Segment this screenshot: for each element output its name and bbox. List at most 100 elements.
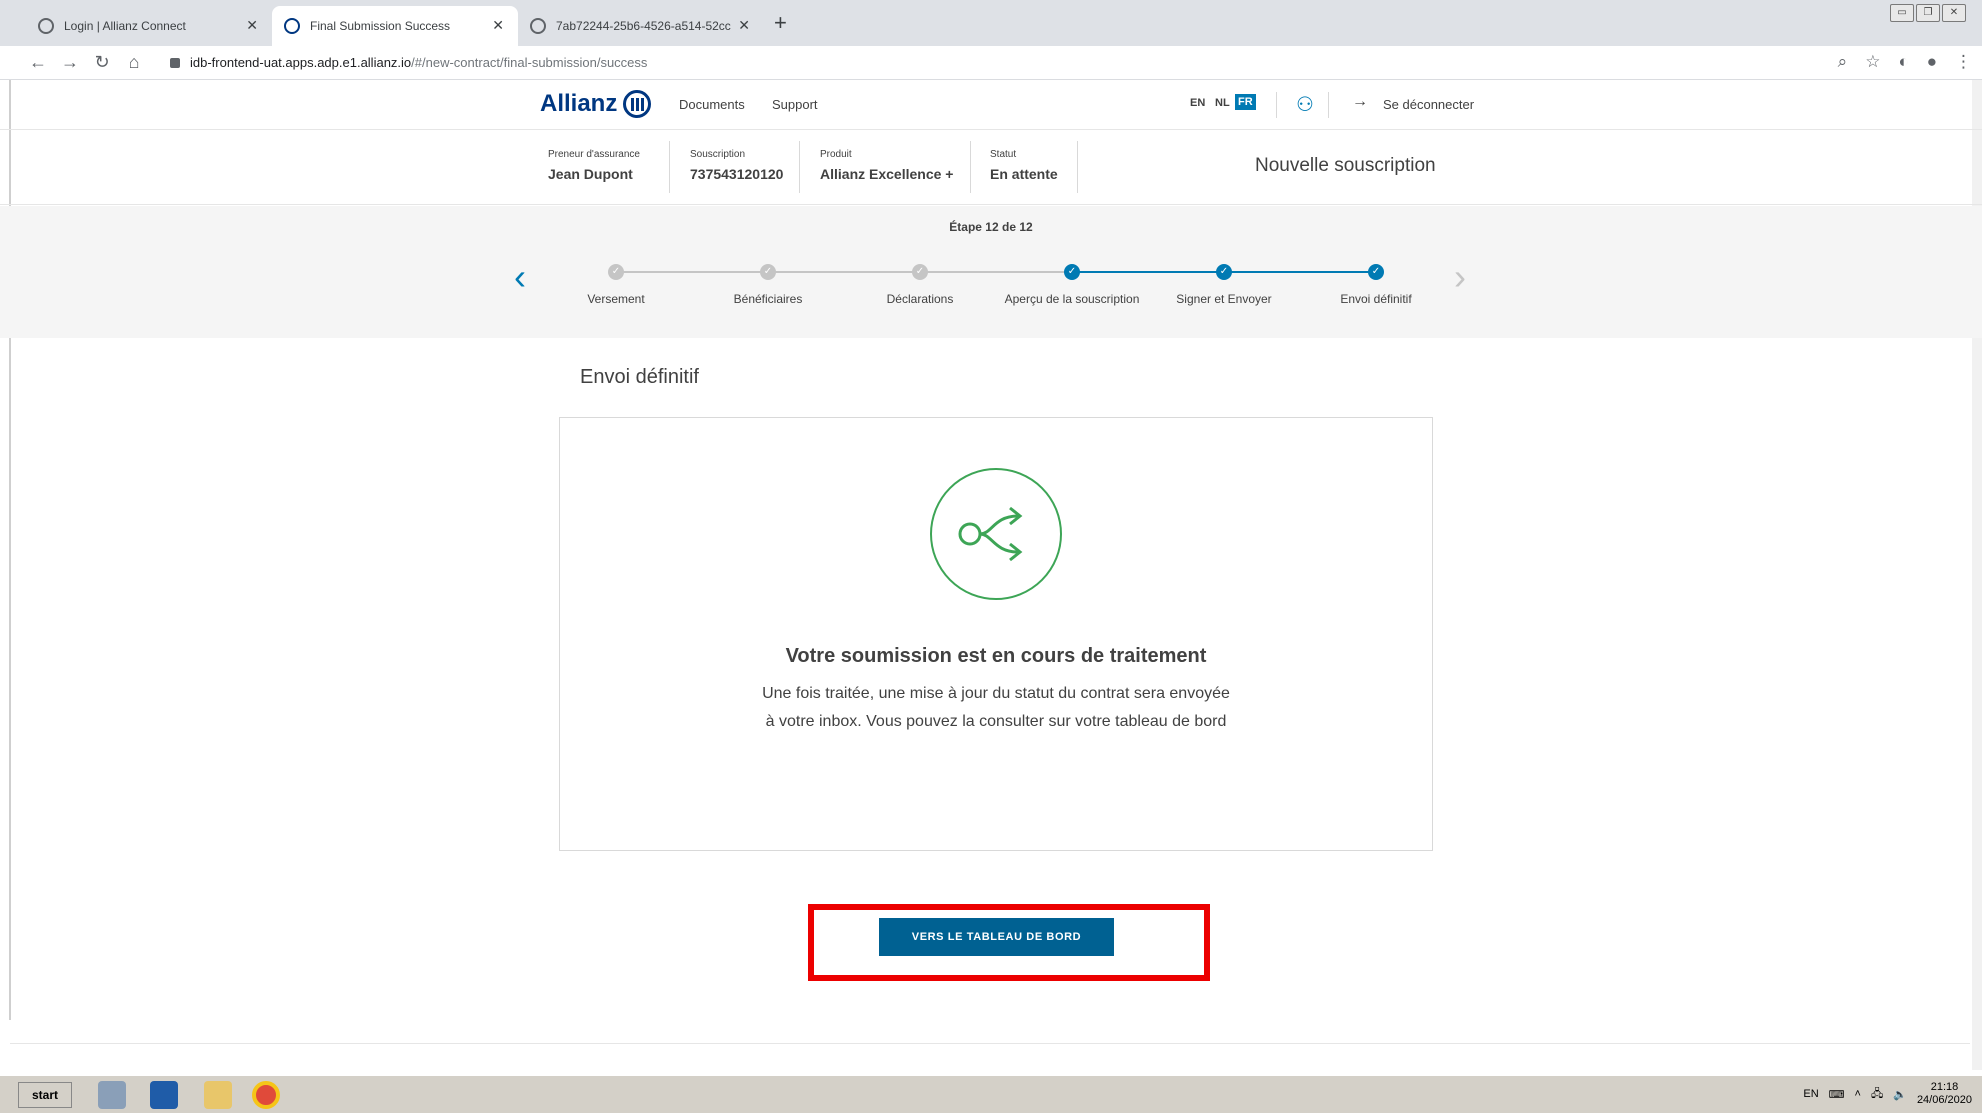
divider <box>799 141 800 193</box>
status-label: Statut <box>990 149 1017 160</box>
home-icon[interactable]: ⌂ <box>118 52 150 73</box>
step-connector <box>616 271 768 273</box>
card-text-line2: à votre inbox. Vous pouvez la consulter … <box>765 713 1227 730</box>
lang-fr[interactable]: FR <box>1235 94 1256 110</box>
user-settings-icon[interactable]: ⚇ <box>1296 92 1314 117</box>
clock[interactable]: 21:18 24/06/2020 <box>1917 1081 1972 1107</box>
step-dot-completed: ✓ <box>1064 264 1080 280</box>
restore-icon[interactable]: ❐ <box>1916 4 1940 22</box>
clock-time: 21:18 <box>1930 1081 1959 1093</box>
tab-title: Login | Allianz Connect <box>64 19 186 33</box>
lock-icon <box>170 57 180 68</box>
browser-toolbar: ← → ↻ ⌂ idb-frontend-uat.apps.adp.e1.all… <box>0 46 1982 80</box>
keyboard-icon[interactable]: ⌨ <box>1829 1088 1845 1101</box>
step-connector <box>768 271 920 273</box>
step-dot-completed: ✓ <box>1368 264 1384 280</box>
step-connector <box>1224 271 1376 273</box>
chrome-icon[interactable] <box>252 1081 280 1109</box>
close-icon[interactable]: ✕ <box>492 17 504 34</box>
browser-tab-uuid[interactable]: 7ab72244-25b6-4526-a514-52cc88 ✕ <box>518 6 764 46</box>
bookmark-star-icon[interactable]: ☆ <box>1865 52 1880 72</box>
progress-stepper: Étape 12 de 12 ‹ › ✓ ✓ ✓ ✓ ✓ ✓ Versement… <box>0 206 1982 338</box>
page-title: Nouvelle souscription <box>1255 155 1436 176</box>
card-title: Votre soumission est en cours de traitem… <box>785 645 1207 667</box>
back-icon[interactable]: ← <box>22 52 54 73</box>
toolbar-actions: ⌕ ☆ ◐ ● ⋮ <box>1838 52 1972 72</box>
step-label-signer: Signer et Envoyer <box>1176 292 1272 306</box>
browser-tab-login[interactable]: Login | Allianz Connect ✕ <box>26 6 272 46</box>
window-controls: ▭ ❐ ✕ <box>1890 4 1966 22</box>
confirmation-card: Votre soumission est en cours de traitem… <box>559 417 1433 851</box>
browser-tab-final-submission[interactable]: Final Submission Success ✕ <box>272 6 518 46</box>
step-label-versement: Versement <box>587 292 645 306</box>
nav-support[interactable]: Support <box>772 97 818 112</box>
dashboard-button[interactable]: VERS LE TABLEAU DE BORD <box>879 918 1114 956</box>
lang-nl[interactable]: NL <box>1215 97 1230 109</box>
globe-icon <box>38 18 54 34</box>
logo-text: Allianz <box>540 90 618 117</box>
volume-icon[interactable]: 🔈 <box>1893 1088 1907 1101</box>
language-indicator[interactable]: EN <box>1803 1088 1818 1100</box>
close-icon[interactable]: ✕ <box>738 17 750 34</box>
subscription: Souscription 737543120120 <box>690 149 783 182</box>
policyholder: Preneur d'assurance Jean Dupont <box>548 149 640 182</box>
product-value: Allianz Excellence + <box>820 166 954 182</box>
menu-icon[interactable]: ⋮ <box>1955 52 1972 72</box>
card-text-line1: Une fois traitée, une mise à jour du sta… <box>762 685 1230 702</box>
allianz-eagle-icon <box>623 90 652 118</box>
tray-expand-icon[interactable]: ˄ <box>1855 1088 1861 1100</box>
start-button[interactable]: start <box>18 1082 72 1108</box>
reload-icon[interactable]: ↻ <box>86 52 118 73</box>
contract-summary: Preneur d'assurance Jean Dupont Souscrip… <box>0 131 1982 205</box>
allianz-favicon-icon <box>284 18 300 34</box>
app-header: Allianz Documents Support EN NL FR ⚇ → S… <box>0 80 1982 130</box>
zoom-icon[interactable]: ⌕ <box>1838 52 1848 72</box>
status: Statut En attente <box>990 149 1058 182</box>
step-counter: Étape 12 de 12 <box>949 220 1033 234</box>
network-icon[interactable]: 🖧 <box>1871 1085 1883 1104</box>
divider <box>669 141 670 193</box>
footer-divider <box>10 1043 1970 1044</box>
close-window-icon[interactable]: ✕ <box>1942 4 1966 22</box>
lang-en[interactable]: EN <box>1190 97 1205 109</box>
product-label: Produit <box>820 149 852 160</box>
step-connector <box>1072 271 1224 273</box>
browser-tab-strip: Login | Allianz Connect ✕ Final Submissi… <box>0 0 1982 46</box>
url-path: /#/new-contract/final-submission/success <box>411 55 648 70</box>
step-dot-done: ✓ <box>608 264 624 280</box>
policyholder-label: Preneur d'assurance <box>548 149 640 160</box>
profile-icon[interactable]: ● <box>1927 52 1937 72</box>
tab-title: 7ab72244-25b6-4526-a514-52cc88 <box>556 19 731 33</box>
divider <box>1276 92 1277 118</box>
powershell-icon[interactable] <box>150 1081 178 1109</box>
extension-icon[interactable]: ◐ <box>1898 52 1908 72</box>
server-manager-icon[interactable] <box>98 1081 126 1109</box>
step-label-beneficiaires: Bénéficiaires <box>733 292 803 306</box>
logout-link[interactable]: Se déconnecter <box>1383 97 1474 112</box>
close-icon[interactable]: ✕ <box>246 17 258 34</box>
product: Produit Allianz Excellence + <box>820 149 953 182</box>
address-bar[interactable]: idb-frontend-uat.apps.adp.e1.allianz.io /… <box>170 55 647 70</box>
minimize-icon[interactable]: ▭ <box>1890 4 1914 22</box>
divider <box>1077 141 1078 193</box>
logout-arrow-icon[interactable]: → <box>1352 93 1368 111</box>
allianz-logo[interactable]: Allianz <box>540 90 652 118</box>
step-dot-completed: ✓ <box>1216 264 1232 280</box>
forward-icon[interactable]: → <box>54 52 86 73</box>
globe-icon <box>530 18 546 34</box>
step-dot-done: ✓ <box>912 264 928 280</box>
os-taskbar: start EN ⌨ ˄ 🖧 🔈 21:18 24/06/2020 <box>0 1075 1982 1113</box>
subscription-label: Souscription <box>690 149 746 160</box>
step-label-envoi: Envoi définitif <box>1340 292 1412 306</box>
share-branch-icon <box>930 468 1062 600</box>
nav-documents[interactable]: Documents <box>679 97 745 112</box>
step-label-apercu: Aperçu de la souscription <box>1004 292 1140 306</box>
divider <box>1328 92 1329 118</box>
tab-title: Final Submission Success <box>310 19 451 33</box>
file-explorer-icon[interactable] <box>204 1081 232 1109</box>
step-label-declarations: Déclarations <box>886 292 954 306</box>
chevron-left-icon[interactable]: ‹ <box>514 256 526 298</box>
system-tray: EN ⌨ ˄ 🖧 🔈 21:18 24/06/2020 <box>1803 1081 1972 1107</box>
new-tab-icon[interactable]: + <box>774 10 787 36</box>
url-host: idb-frontend-uat.apps.adp.e1.allianz.io <box>190 55 412 70</box>
